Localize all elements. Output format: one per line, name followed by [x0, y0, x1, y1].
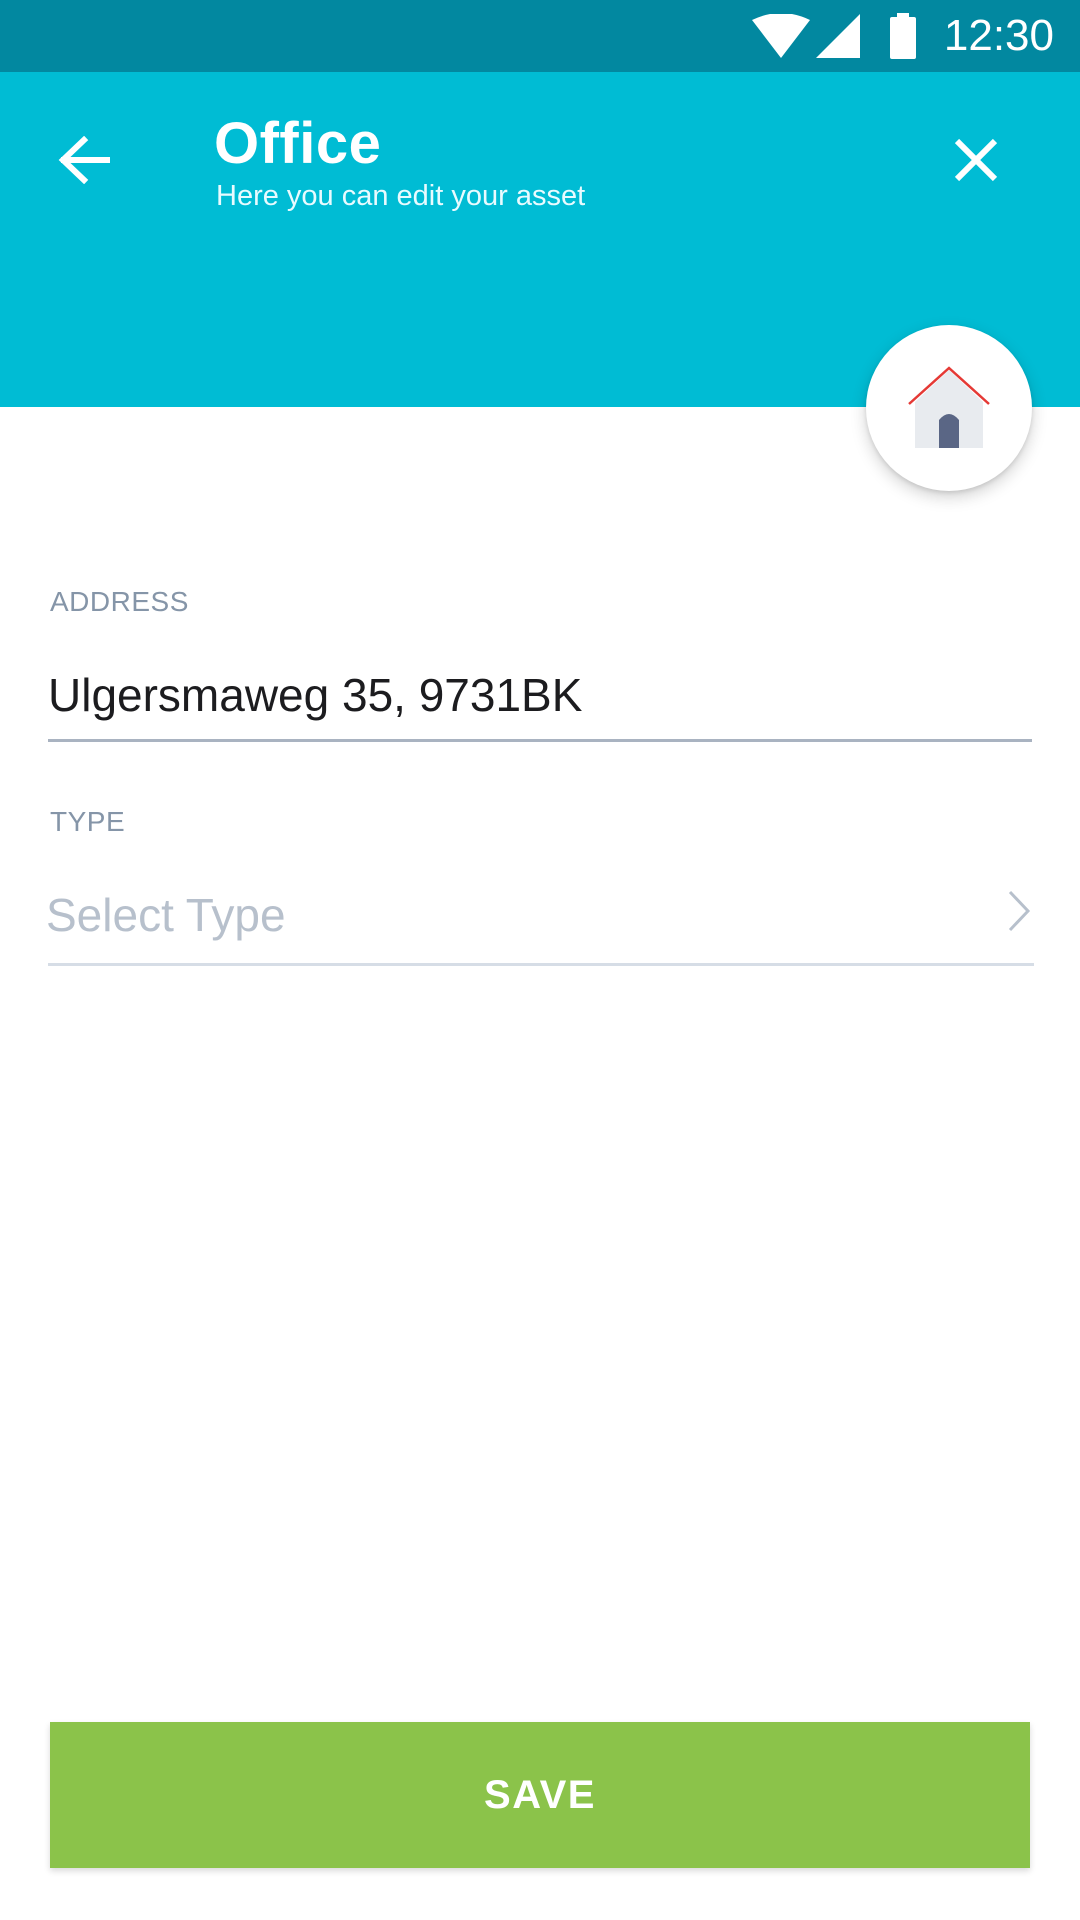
house-icon [908, 366, 990, 448]
back-button[interactable] [52, 128, 116, 192]
save-button[interactable]: SAVE [50, 1722, 1030, 1868]
status-bar: 12:30 [0, 0, 1080, 72]
type-placeholder: Select Type [46, 889, 286, 941]
page-title: Office [214, 111, 382, 176]
address-label: ADDRESS [50, 586, 189, 617]
asset-edit-screen: 12:30 Office Here you can edit your asse… [0, 0, 1080, 1920]
status-icons: 12:30 [751, 0, 1080, 72]
asset-icon-badge [866, 325, 1032, 491]
close-icon [954, 138, 998, 182]
chevron-right-icon [1008, 890, 1031, 932]
signal-icon [815, 14, 860, 58]
type-select[interactable]: Select Type [46, 870, 1034, 966]
close-button[interactable] [944, 128, 1008, 192]
wifi-icon [751, 14, 810, 58]
address-input[interactable] [48, 650, 1032, 742]
battery-icon [889, 13, 916, 59]
status-time: 12:30 [943, 11, 1054, 60]
type-label: TYPE [50, 806, 126, 837]
arrow-left-icon [58, 136, 110, 184]
page-subtitle: Here you can edit your asset [216, 180, 586, 212]
